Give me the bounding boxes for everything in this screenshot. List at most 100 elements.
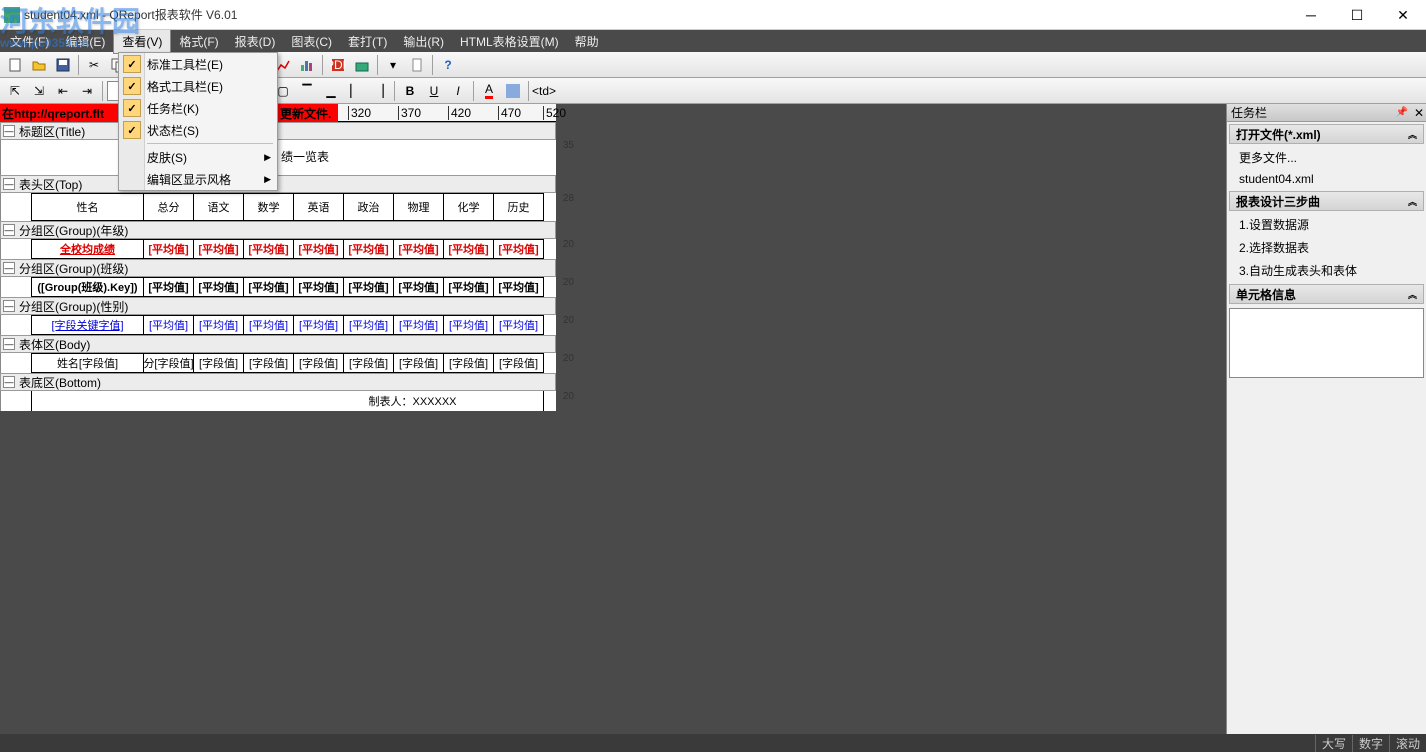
menu-file[interactable]: 文件(F) xyxy=(2,30,57,53)
header-cell[interactable]: 历史 xyxy=(494,193,544,221)
section-top-header[interactable]: —表头区(Top) xyxy=(0,175,556,193)
taskpane-group-cellinfo[interactable]: 单元格信息︽ xyxy=(1229,284,1424,304)
header-cell[interactable]: 化学 xyxy=(444,193,494,221)
menu-report[interactable]: 报表(D) xyxy=(227,30,284,53)
border-right-icon[interactable]: ▕ xyxy=(368,80,390,102)
group-cell[interactable]: [平均值] xyxy=(194,315,244,335)
group-cell[interactable]: [平均值] xyxy=(444,277,494,297)
body-cell[interactable]: [字段值] xyxy=(444,353,494,373)
body-cell[interactable]: [字段值] xyxy=(194,353,244,373)
group-cell[interactable]: [平均值] xyxy=(394,239,444,259)
header-cell[interactable]: 语文 xyxy=(194,193,244,221)
export-icon[interactable] xyxy=(351,54,373,76)
taskpane-item[interactable]: 3.自动生成表头和表体 xyxy=(1227,259,1426,282)
group-cell[interactable]: [平均值] xyxy=(244,277,294,297)
header-cell[interactable]: 物理 xyxy=(394,193,444,221)
group-cell[interactable]: [平均值] xyxy=(294,277,344,297)
group-cell[interactable]: [平均值] xyxy=(194,277,244,297)
section-body-header[interactable]: —表体区(Body) xyxy=(0,335,556,353)
body-cell[interactable]: [字段值] xyxy=(394,353,444,373)
border-bottom-icon[interactable]: ▁ xyxy=(320,80,342,102)
bottom-cell[interactable]: 制表人：XXXXXX xyxy=(32,391,544,411)
border-left-icon[interactable]: ▏ xyxy=(344,80,366,102)
group-cell[interactable]: [平均值] xyxy=(294,239,344,259)
menu-view[interactable]: 查看(V) xyxy=(113,29,171,54)
dropdown-item-skin[interactable]: 皮肤(S)▶ xyxy=(119,146,277,168)
body-cell[interactable]: 姓名[字段值] xyxy=(32,353,144,373)
ruler4-icon[interactable]: ⇥ xyxy=(76,80,98,102)
section-group2-header[interactable]: —分组区(Group)(班级) xyxy=(0,259,556,277)
menu-output[interactable]: 输出(R) xyxy=(395,30,452,53)
header-cell[interactable]: 英语 xyxy=(294,193,344,221)
maximize-button[interactable]: ☐ xyxy=(1334,0,1380,30)
taskpane-item[interactable]: 1.设置数据源 xyxy=(1227,213,1426,236)
group-cell[interactable]: [平均值] xyxy=(494,277,544,297)
font-color-icon[interactable]: A xyxy=(478,80,500,102)
group-cell[interactable]: [平均值] xyxy=(144,239,194,259)
menu-edit[interactable]: 编辑(E) xyxy=(57,30,113,53)
tag-icon[interactable]: <td> xyxy=(533,80,555,102)
body-cell[interactable]: [字段值] xyxy=(294,353,344,373)
group-cell[interactable]: [平均值] xyxy=(144,277,194,297)
help-icon[interactable]: ? xyxy=(437,54,459,76)
underline-icon[interactable]: U xyxy=(423,80,445,102)
design-canvas[interactable]: 在http://qreport.flt 更新文件. 320 370 420 47… xyxy=(0,104,1226,734)
taskpane-item[interactable]: student04.xml xyxy=(1227,169,1426,189)
group-cell[interactable]: [平均值] xyxy=(494,315,544,335)
minimize-button[interactable]: ─ xyxy=(1288,0,1334,30)
dropdown-item-editstyle[interactable]: 编辑区显示风格▶ xyxy=(119,168,277,190)
group-cell[interactable]: [平均值] xyxy=(494,239,544,259)
group-cell[interactable]: 全校均成绩 xyxy=(32,239,144,259)
dropdown-item-taskbar[interactable]: ✓任务栏(K) xyxy=(119,97,277,119)
close-button[interactable]: ✕ xyxy=(1380,0,1426,30)
body-cell[interactable]: [字段值] xyxy=(494,353,544,373)
settings-icon[interactable]: ▾ xyxy=(382,54,404,76)
header-cell[interactable]: 总分 xyxy=(144,193,194,221)
menu-overlay[interactable]: 套打(T) xyxy=(340,30,395,53)
pdf-icon[interactable]: PDF xyxy=(327,54,349,76)
menu-help[interactable]: 帮助 xyxy=(567,30,607,53)
body-cell[interactable]: [字段值] xyxy=(344,353,394,373)
section-group3-header[interactable]: —分组区(Group)(性别) xyxy=(0,297,556,315)
menu-html[interactable]: HTML表格设置(M) xyxy=(452,30,567,53)
group-cell[interactable]: [平均值] xyxy=(244,315,294,335)
dropdown-item-fmt-toolbar[interactable]: ✓格式工具栏(E) xyxy=(119,75,277,97)
menu-chart[interactable]: 图表(C) xyxy=(283,30,340,53)
taskpane-item[interactable]: 2.选择数据表 xyxy=(1227,236,1426,259)
group-cell[interactable]: ([Group(班级).Key]) xyxy=(32,277,144,297)
header-cell[interactable]: 政治 xyxy=(344,193,394,221)
taskpane-group-open[interactable]: 打开文件(*.xml)︽ xyxy=(1229,124,1424,144)
group-cell[interactable]: [平均值] xyxy=(294,315,344,335)
body-cell[interactable]: [字段值] xyxy=(244,353,294,373)
group-cell[interactable]: [平均值] xyxy=(344,277,394,297)
group-cell[interactable]: [平均值] xyxy=(144,315,194,335)
group-cell[interactable]: [平均值] xyxy=(244,239,294,259)
group-cell[interactable]: [平均值] xyxy=(344,239,394,259)
bold-icon[interactable]: B xyxy=(399,80,421,102)
ruler3-icon[interactable]: ⇤ xyxy=(52,80,74,102)
taskpane-item[interactable]: 更多文件... xyxy=(1227,146,1426,169)
chart2-icon[interactable] xyxy=(296,54,318,76)
header-cell[interactable]: 性名 xyxy=(32,193,144,221)
save-icon[interactable] xyxy=(52,54,74,76)
group-cell[interactable]: [平均值] xyxy=(394,277,444,297)
dropdown-item-std-toolbar[interactable]: ✓标准工具栏(E) xyxy=(119,53,277,75)
section-group1-header[interactable]: —分组区(Group)(年级) xyxy=(0,221,556,239)
italic-icon[interactable]: I xyxy=(447,80,469,102)
new-icon[interactable] xyxy=(4,54,26,76)
group-cell[interactable]: [平均值] xyxy=(344,315,394,335)
section-bottom-header[interactable]: —表底区(Bottom) xyxy=(0,373,556,391)
taskpane-group-steps[interactable]: 报表设计三步曲︽ xyxy=(1229,191,1424,211)
header-cell[interactable]: 数学 xyxy=(244,193,294,221)
group-cell[interactable]: [平均值] xyxy=(394,315,444,335)
border-top-icon[interactable]: ▔ xyxy=(296,80,318,102)
pin-icon[interactable]: 📌 xyxy=(1396,107,1408,118)
close-pane-icon[interactable]: ✕ xyxy=(1414,106,1424,120)
body-cell[interactable]: 分[字段值] xyxy=(144,353,194,373)
fill-color-icon[interactable] xyxy=(502,80,524,102)
open-icon[interactable] xyxy=(28,54,50,76)
doc-icon[interactable] xyxy=(406,54,428,76)
section-title-header[interactable]: —标题区(Title) xyxy=(0,122,556,140)
ruler1-icon[interactable]: ⇱ xyxy=(4,80,26,102)
title-text[interactable]: 绩一览表 xyxy=(281,148,329,165)
